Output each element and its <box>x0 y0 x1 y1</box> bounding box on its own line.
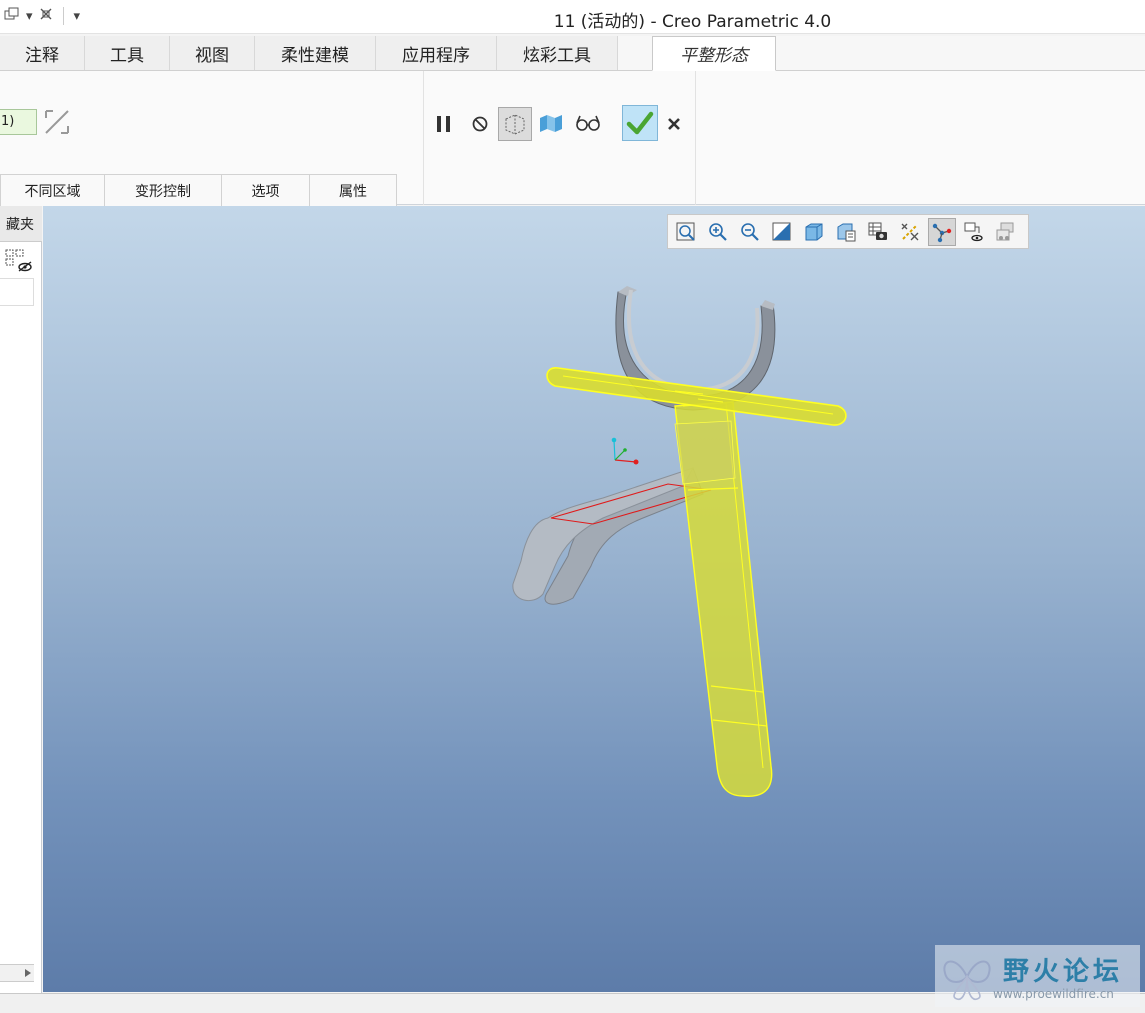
subtab-deform-control[interactable]: 变形控制 <box>104 174 222 206</box>
show-hidden-icon[interactable] <box>4 248 34 274</box>
subtab-options[interactable]: 选项 <box>221 174 310 206</box>
window-title: 11 (活动的) - Creo Parametric 4.0 <box>553 12 832 32</box>
ribbon-separator <box>423 71 424 205</box>
watermark-url: www.proewildfire.cn <box>993 987 1114 1001</box>
forum-watermark: 野火论坛 www.proewildfire.cn <box>935 945 1140 1007</box>
subtab-different-regions[interactable]: 不同区域 <box>0 174 105 206</box>
ribbon-separator <box>695 71 696 205</box>
tree-row[interactable] <box>0 278 34 306</box>
tab-tools[interactable]: 工具 <box>85 36 170 70</box>
tab-flatten-form[interactable]: 平整形态 <box>652 36 776 71</box>
flip-direction-icon[interactable] <box>42 107 72 137</box>
zoom-out-icon[interactable] <box>736 218 764 246</box>
watermark-title: 野火论坛 <box>1003 957 1124 987</box>
graphics-toolbar <box>667 214 1029 249</box>
navigator-panel: 藏夹 <box>0 206 42 994</box>
tab-color-tools[interactable]: 炫彩工具 <box>497 36 618 70</box>
zoom-in-icon[interactable] <box>704 218 732 246</box>
datum-display-icon[interactable] <box>896 218 924 246</box>
feature-preview-icon[interactable] <box>537 109 565 137</box>
graphics-viewport[interactable] <box>43 206 1145 992</box>
horizontal-scrollbar[interactable] <box>0 964 34 982</box>
dashboard-subtabs: 不同区域 变形控制 选项 属性 <box>0 174 397 206</box>
pause-icon[interactable] <box>432 111 456 137</box>
subtab-properties[interactable]: 属性 <box>309 174 397 206</box>
sheetmetal-model[interactable] <box>43 206 1145 992</box>
tab-applications[interactable]: 应用程序 <box>376 36 497 70</box>
tab-favorites[interactable]: 藏夹 <box>0 206 42 242</box>
repaint-icon[interactable] <box>768 218 796 246</box>
tab-view[interactable]: 视图 <box>170 36 255 70</box>
confirm-button[interactable] <box>622 105 658 141</box>
tab-flexible-modeling[interactable]: 柔性建模 <box>255 36 376 70</box>
annotation-display-icon[interactable] <box>928 217 956 246</box>
verify-glasses-icon[interactable] <box>573 109 603 137</box>
spin-center-icon[interactable] <box>960 218 988 246</box>
reference-field[interactable]: 1) <box>0 109 37 135</box>
appearance-icon[interactable] <box>992 218 1020 246</box>
geometry-preview-icon[interactable] <box>498 107 532 141</box>
display-style-icon[interactable] <box>800 218 828 246</box>
refit-icon[interactable] <box>672 218 700 246</box>
tab-annotate[interactable]: 注释 <box>0 36 85 70</box>
saved-orientations-icon[interactable] <box>832 218 860 246</box>
no-preview-icon[interactable] <box>468 111 492 137</box>
title-bar: ▾ ▾ 11 (活动的) - Creo Parametric 4.0 <box>0 0 1145 34</box>
scroll-right-icon[interactable] <box>24 968 32 978</box>
cancel-button[interactable] <box>662 111 686 137</box>
ribbon-panel: 1) 不同区域 变形控制 选项 属性 <box>0 71 1145 206</box>
view-manager-icon[interactable] <box>864 218 892 246</box>
butterfly-logo-icon <box>943 960 991 1000</box>
ribbon-tabs: 注释 工具 视图 柔性建模 应用程序 炫彩工具 平整形态 <box>0 36 1145 71</box>
